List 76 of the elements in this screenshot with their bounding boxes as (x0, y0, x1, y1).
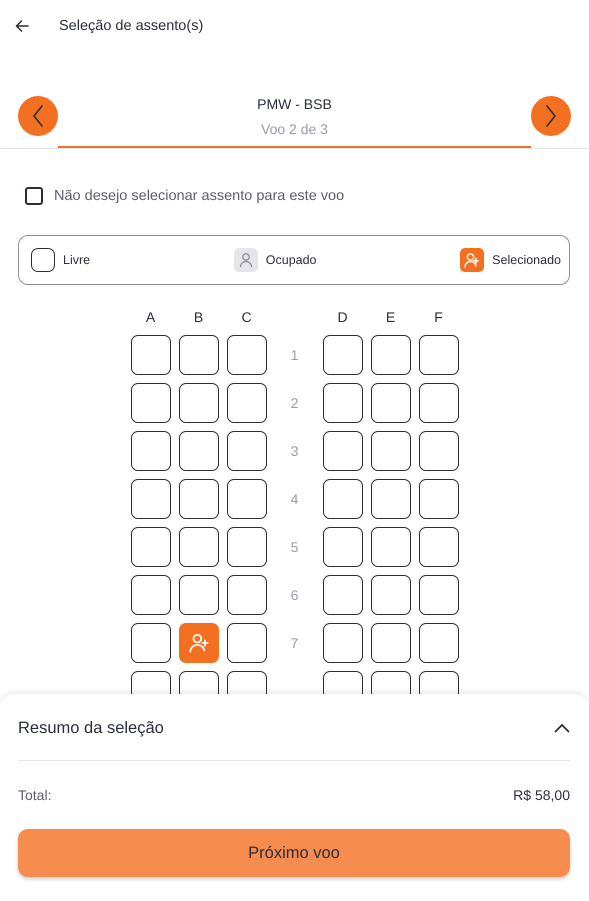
row-number: 7 (290, 634, 300, 653)
seat[interactable] (226, 335, 266, 375)
seat[interactable] (370, 383, 410, 423)
seat[interactable] (178, 479, 218, 519)
seat[interactable] (370, 479, 410, 519)
flight-step: Voo 2 de 3 (261, 121, 328, 137)
seat[interactable] (130, 383, 170, 423)
seat[interactable] (130, 527, 170, 567)
back-arrow-icon[interactable] (15, 20, 29, 32)
next-flight-cta-button[interactable]: Próximo voo (18, 829, 570, 877)
seat[interactable] (226, 383, 266, 423)
seat[interactable] (322, 383, 362, 423)
seat[interactable] (322, 431, 362, 471)
selected-seat-icon (460, 248, 484, 272)
row-number: 6 (290, 586, 300, 605)
legend-label: Ocupado (266, 253, 316, 267)
row-number: 3 (290, 442, 300, 461)
selected-seat[interactable] (178, 623, 218, 663)
seat[interactable] (130, 431, 170, 471)
seat[interactable] (418, 335, 458, 375)
legend-label: Selecionado (492, 253, 561, 267)
seat[interactable] (178, 335, 218, 375)
occupied-seat-icon (234, 248, 258, 272)
seat[interactable] (130, 623, 170, 663)
seat[interactable] (418, 479, 458, 519)
seat[interactable] (130, 335, 170, 375)
row-number: 1 (290, 346, 300, 365)
column-letter: D (336, 309, 349, 327)
next-flight-button[interactable] (531, 96, 571, 136)
seat[interactable] (370, 623, 410, 663)
seat[interactable] (226, 479, 266, 519)
row-number: 2 (290, 394, 300, 413)
seat[interactable] (226, 527, 266, 567)
seat[interactable] (370, 431, 410, 471)
column-letter: A (144, 309, 156, 327)
chevron-right-icon (545, 105, 557, 127)
chevron-left-icon (32, 105, 44, 127)
seat[interactable] (322, 527, 362, 567)
seat[interactable] (178, 383, 218, 423)
checkbox-label: Não desejo selecionar assento para este voo (54, 188, 344, 204)
page-title: Seleção de assento(s) (59, 18, 204, 34)
previous-flight-button[interactable] (18, 96, 58, 136)
seat[interactable] (418, 623, 458, 663)
seat[interactable] (322, 623, 362, 663)
checkbox[interactable] (25, 187, 43, 205)
seat[interactable] (178, 431, 218, 471)
seat[interactable] (226, 623, 266, 663)
column-letter: C (240, 309, 253, 327)
seat[interactable] (370, 575, 410, 615)
seat[interactable] (370, 335, 410, 375)
seat[interactable] (370, 527, 410, 567)
seat[interactable] (418, 383, 458, 423)
row-number: 5 (290, 538, 300, 557)
seat[interactable] (418, 431, 458, 471)
row-number: 4 (290, 490, 300, 509)
seat[interactable] (178, 575, 218, 615)
total-label: Total: (18, 787, 52, 803)
free-seat-icon (31, 248, 55, 272)
seat[interactable] (322, 575, 362, 615)
seat[interactable] (322, 479, 362, 519)
column-letter: E (384, 309, 396, 327)
flight-route: PMW - BSB (257, 96, 332, 112)
seat[interactable] (226, 431, 266, 471)
summary-title: Resumo da seleção (18, 718, 164, 738)
column-letter: F (433, 309, 444, 327)
seat[interactable] (178, 527, 218, 567)
legend-label: Livre (63, 253, 90, 267)
column-letter: B (192, 309, 204, 327)
seat[interactable] (226, 575, 266, 615)
seat[interactable] (130, 575, 170, 615)
total-value: R$ 58,00 (513, 787, 570, 803)
seat[interactable] (322, 335, 362, 375)
seat[interactable] (418, 527, 458, 567)
seat[interactable] (418, 575, 458, 615)
seat[interactable] (130, 479, 170, 519)
collapse-chevron-icon[interactable] (554, 723, 570, 733)
